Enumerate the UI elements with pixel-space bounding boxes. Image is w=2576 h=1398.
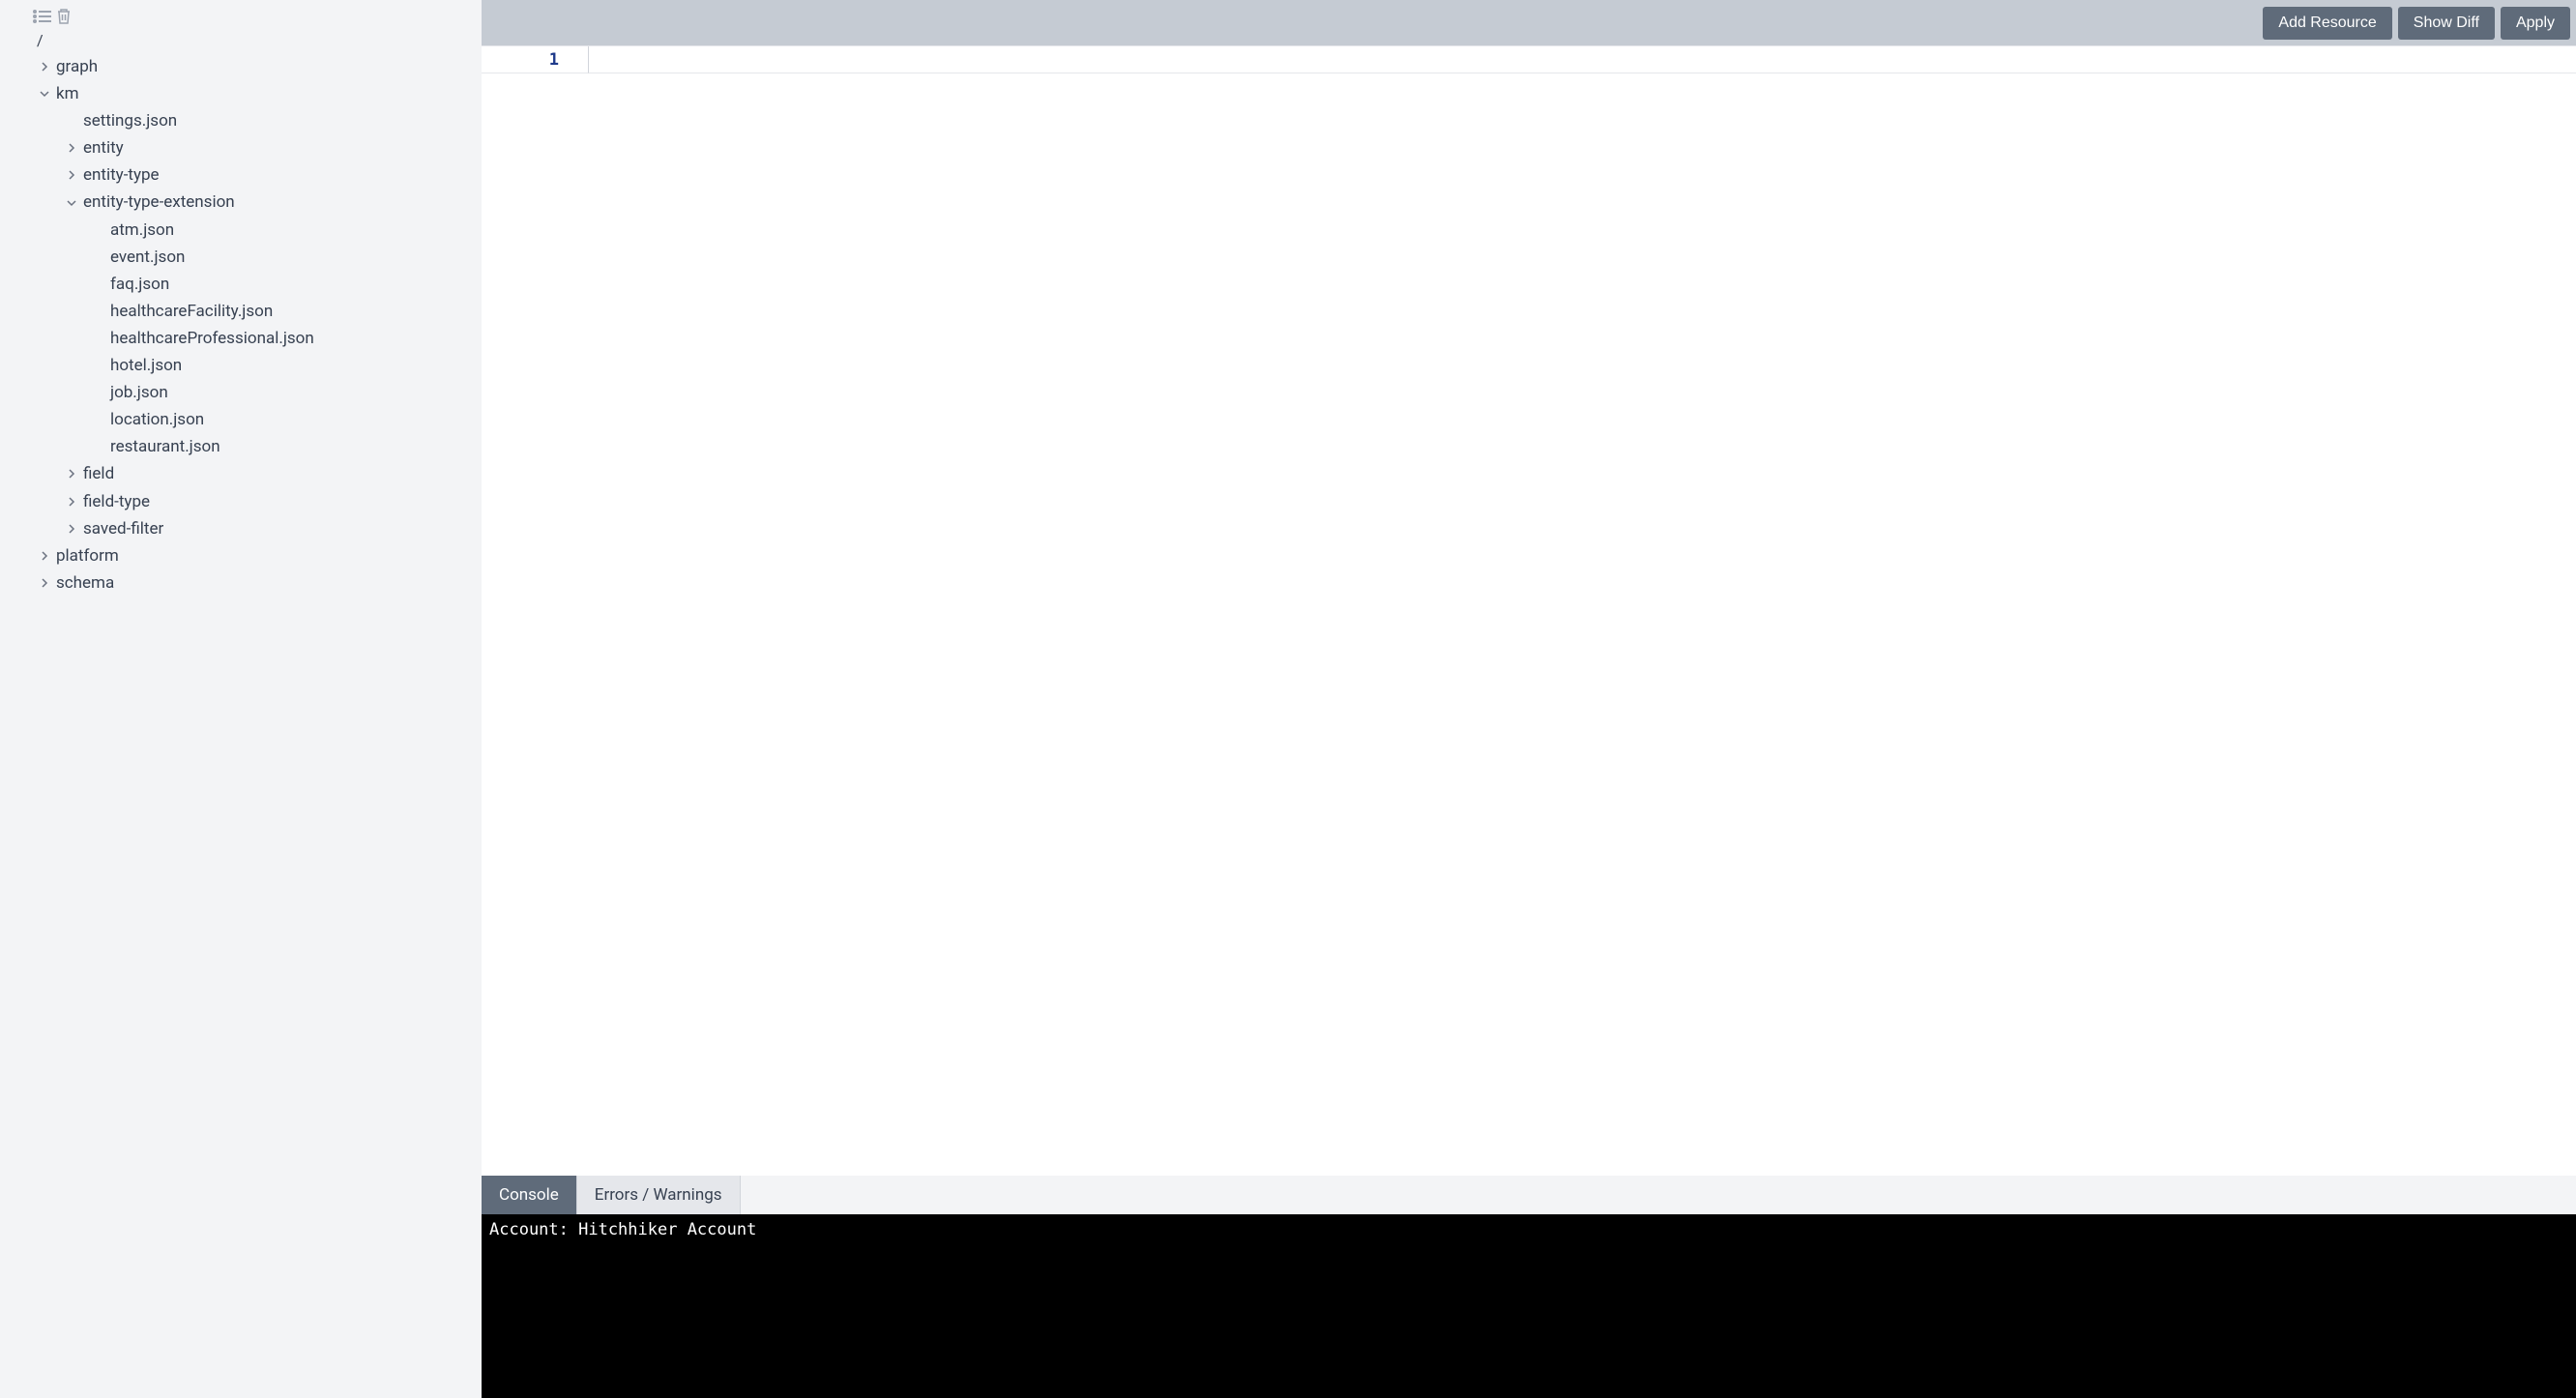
tree-item-label: job.json (110, 382, 168, 403)
tree-item-label: restaurant.json (110, 436, 220, 457)
tree-file[interactable]: restaurant.json (91, 433, 482, 460)
tree-folder[interactable]: field (64, 460, 482, 487)
bottom-panel: ConsoleErrors / Warnings Account: Hitchh… (482, 1176, 2576, 1398)
tree-root[interactable]: / (37, 29, 482, 53)
add-resource-button[interactable]: Add Resource (2263, 7, 2391, 40)
sidebar: / graph kmsettings.json entity entity-type e… (0, 0, 482, 1398)
chevron-right-icon[interactable] (64, 167, 79, 183)
tree-folder[interactable]: entity-type (64, 161, 482, 189)
tree-item-label: healthcareFacility.json (110, 301, 273, 322)
tree-item-label: event.json (110, 247, 185, 268)
chevron-down-icon[interactable] (37, 86, 52, 102)
tree-file[interactable]: atm.json (91, 217, 482, 244)
tree-item-label: hotel.json (110, 355, 182, 376)
tree-file[interactable]: settings.json (64, 107, 482, 134)
tree-item-label: graph (56, 56, 98, 77)
tree-item-label: entity-type (83, 164, 160, 186)
chevron-right-icon[interactable] (37, 59, 52, 74)
tree-file[interactable]: faq.json (91, 271, 482, 298)
sidebar-toolbar (0, 8, 482, 29)
bottom-panel-tabs: ConsoleErrors / Warnings (482, 1176, 2576, 1214)
chevron-right-icon[interactable] (37, 575, 52, 591)
tree-item-label: faq.json (110, 274, 169, 295)
tree-item-label: saved-filter (83, 518, 163, 539)
chevron-right-icon[interactable] (37, 548, 52, 564)
list-icon[interactable] (33, 9, 52, 24)
tree-file[interactable]: healthcareProfessional.json (91, 325, 482, 352)
console-output[interactable]: Account: Hitchhiker Account (482, 1214, 2576, 1398)
tree-item-label: settings.json (83, 110, 177, 131)
apply-button[interactable]: Apply (2501, 7, 2570, 40)
tree-item-label: km (56, 83, 79, 104)
tree-children: atm.json event.json faq.json healthcareFaci… (64, 217, 482, 461)
tree-file[interactable]: event.json (91, 244, 482, 271)
tree-item-label: healthcareProfessional.json (110, 328, 314, 349)
tree-item-label: entity-type-extension (83, 191, 235, 213)
show-diff-button[interactable]: Show Diff (2398, 7, 2495, 40)
tree-folder[interactable]: graph (37, 53, 482, 80)
main-area: Add Resource Show Diff Apply 1 ConsoleEr… (482, 0, 2576, 1398)
tree-children: settings.json entity entity-type entity-typ… (37, 107, 482, 542)
tree-folder[interactable]: field-type (64, 488, 482, 515)
tree-file[interactable]: healthcareFacility.json (91, 298, 482, 325)
code-editor[interactable]: 1 (482, 45, 2576, 1176)
tree-item-label: platform (56, 545, 119, 567)
tree-item-label: atm.json (110, 219, 174, 241)
tab-console[interactable]: Console (482, 1176, 577, 1214)
chevron-right-icon[interactable] (64, 140, 79, 156)
editor-line[interactable] (588, 46, 2576, 73)
tree-folder[interactable]: km (37, 80, 482, 107)
line-number: 1 (549, 50, 559, 70)
tab-errors-warnings[interactable]: Errors / Warnings (577, 1176, 741, 1214)
topbar: Add Resource Show Diff Apply (482, 0, 2576, 45)
tree-item-label: field-type (83, 491, 150, 512)
tree-item-label: schema (56, 572, 114, 594)
tree-folder[interactable]: saved-filter (64, 515, 482, 542)
editor-gutter: 1 (482, 46, 588, 73)
tree-folder[interactable]: schema (37, 569, 482, 597)
file-tree: / graph kmsettings.json entity entity-type e… (0, 29, 482, 597)
tree-file[interactable]: hotel.json (91, 352, 482, 379)
tree-item-label: entity (83, 137, 124, 159)
chevron-right-icon[interactable] (64, 466, 79, 481)
editor-body[interactable] (588, 46, 2576, 1176)
chevron-down-icon[interactable] (64, 195, 79, 211)
chevron-right-icon[interactable] (64, 494, 79, 510)
tree-item-label: field (83, 463, 114, 484)
tree-folder[interactable]: entity-type-extension (64, 189, 482, 216)
tree-item-label: location.json (110, 409, 204, 430)
trash-icon[interactable] (56, 8, 72, 25)
tree-file[interactable]: location.json (91, 406, 482, 433)
chevron-right-icon[interactable] (64, 521, 79, 537)
tree-file[interactable]: job.json (91, 379, 482, 406)
tree-folder[interactable]: entity (64, 134, 482, 161)
tree-folder[interactable]: platform (37, 542, 482, 569)
